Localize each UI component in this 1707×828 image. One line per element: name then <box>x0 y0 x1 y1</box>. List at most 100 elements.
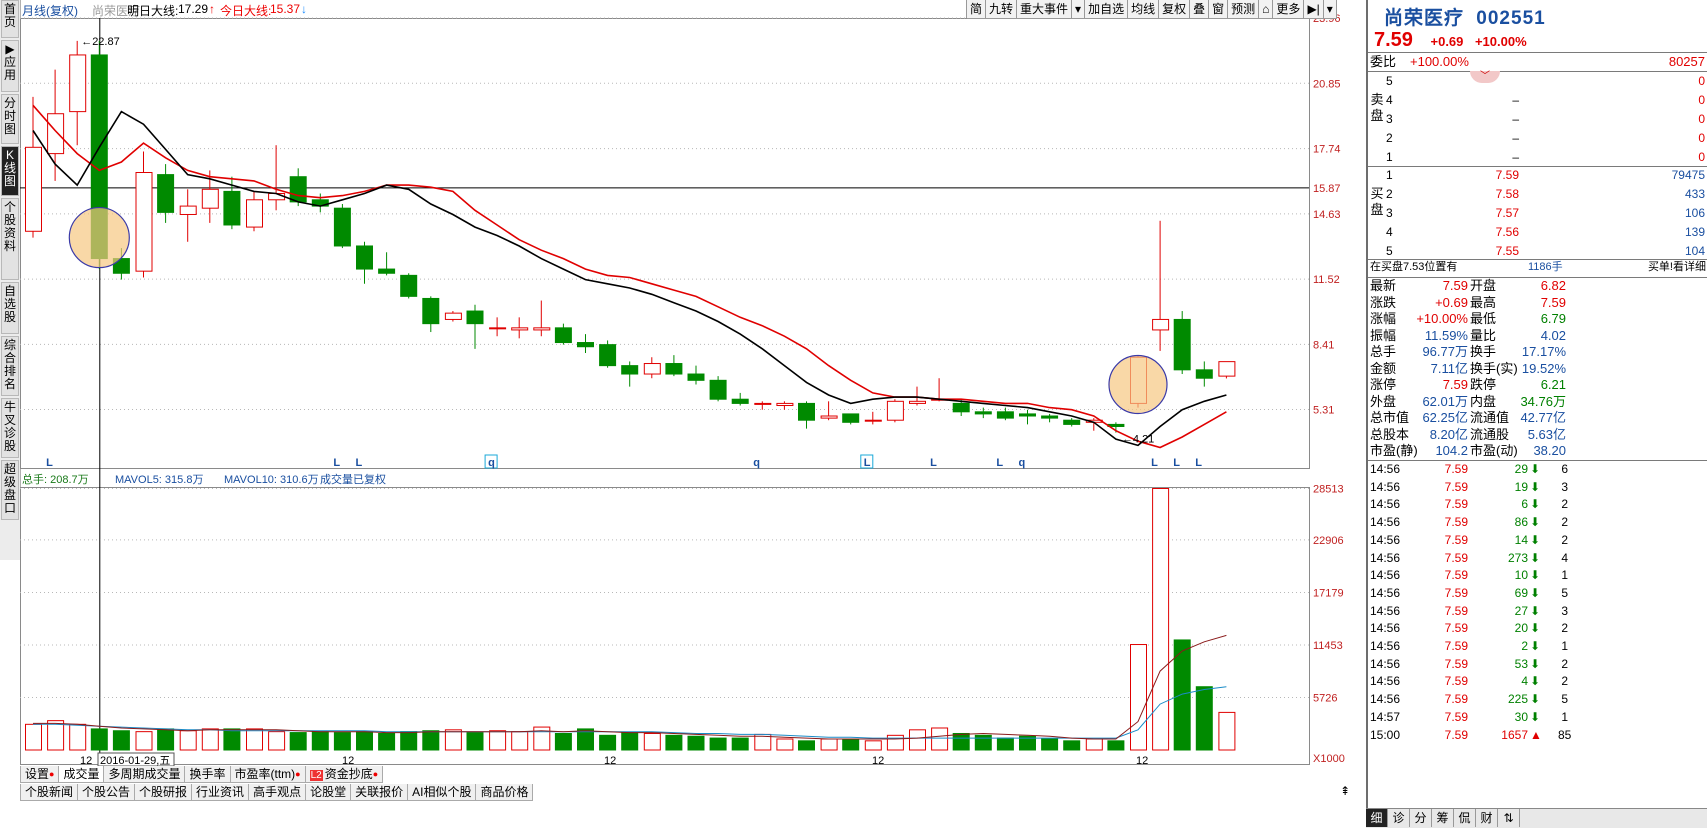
arrow-down-icon: ⬇ <box>1530 515 1541 530</box>
indicator-tab-0[interactable]: 设置● <box>20 766 60 783</box>
chart-toolbar: 简九转 重大事件 ▾ 加自选 均线 复权叠窗预测 ⌂ 更多 ▶| ▾ <box>966 0 1337 19</box>
candle-body <box>1019 413 1036 417</box>
indicator-tab-5[interactable]: L2 资金抄底● <box>304 766 384 783</box>
indicator-tab-1[interactable]: 成交量 <box>58 766 105 783</box>
tick-row: 14:56 7.59 225 ⬇ 5 <box>1368 691 1707 709</box>
sell-volume: 0 <box>1698 131 1705 145</box>
quote-panel: 尚荣医疗 002551 7.59 +0.69 +10.00% 委比 +100.0… <box>1366 0 1707 827</box>
left-tab-8[interactable]: 超级盘口 <box>1 460 19 520</box>
toolbar-item-5[interactable]: 均线 <box>1128 0 1160 19</box>
tick-time: 14:56 <box>1370 621 1401 636</box>
info-tab-2[interactable]: 个股研报 <box>134 784 193 801</box>
candle-body <box>974 411 992 415</box>
indicator-tab-label: 设置 <box>25 767 50 781</box>
tick-price: 7.59 <box>1444 532 1468 547</box>
info-tab-8[interactable]: 商品价格 <box>475 784 534 801</box>
tick-count: 1 <box>1561 568 1568 583</box>
quote-tab-1[interactable]: 诊 <box>1388 809 1410 827</box>
toolbar-item-9[interactable]: 预测 <box>1228 0 1260 19</box>
buy-volume: 433 <box>1684 187 1705 201</box>
stat-row-8: 总市值 62.25亿 流通值 42.77亿 <box>1368 410 1707 427</box>
buy-volume: 79475 <box>1671 168 1705 182</box>
left-tab-7[interactable]: 牛叉诊股 <box>1 398 19 458</box>
indicator-tab-4[interactable]: 市盈率(ttm)● <box>229 766 306 783</box>
sell-row-4: 4 – 0 <box>1368 91 1707 110</box>
quote-tab-6[interactable]: ⇅ <box>1498 809 1520 827</box>
tick-volume: 27 <box>1514 603 1528 618</box>
weibi-pct: +100.00% <box>1410 54 1469 69</box>
info-tab-0[interactable]: 个股新闻 <box>20 784 79 801</box>
x-axis-label: 12 <box>80 755 92 766</box>
toolbar-item-7[interactable]: 叠 <box>1190 0 1210 19</box>
sell-price: – <box>1512 150 1519 164</box>
tick-time: 15:00 <box>1370 727 1401 742</box>
quote-tab-3[interactable]: 筹 <box>1432 809 1454 827</box>
toolbar-item-12[interactable]: ▶| <box>1304 0 1324 19</box>
left-tab-2[interactable]: 分时图 <box>1 94 19 144</box>
info-tab-6[interactable]: 关联报价 <box>350 784 409 801</box>
info-tab-3[interactable]: 行业资讯 <box>191 784 250 801</box>
volume-ma-lines <box>33 634 1227 740</box>
volume-bar <box>1041 738 1059 751</box>
quote-tab-2[interactable]: 分 <box>1410 809 1432 827</box>
toolbar-item-3[interactable]: ▾ <box>1072 0 1086 19</box>
toolbar-item-8[interactable]: 窗 <box>1209 0 1229 19</box>
candle-body <box>1041 415 1059 419</box>
toolbar-item-2[interactable]: 重大事件 <box>1017 0 1073 19</box>
ma5-line <box>32 110 1227 447</box>
toolbar-item-10[interactable]: ⌂ <box>1259 0 1274 19</box>
volume-bar <box>931 727 949 751</box>
today-line-value: 15.37 <box>270 2 301 16</box>
kline-chart[interactable]: 23.9620.8517.7415.8714.6311.528.415.31总手… <box>20 0 1366 766</box>
volume-bar <box>554 732 572 751</box>
toolbar-item-11[interactable]: 更多 <box>1273 0 1305 19</box>
stat-value: 62.01万 <box>1422 393 1468 409</box>
toolbar-item-6[interactable]: 复权 <box>1159 0 1191 19</box>
left-tab-1[interactable]: ▶应用 <box>1 40 19 92</box>
arrow-down-icon: ⬇ <box>1530 462 1541 476</box>
toolbar-item-0[interactable]: 简 <box>967 0 987 19</box>
candle-body <box>709 379 727 400</box>
quote-tab-4[interactable]: 侃 <box>1454 809 1476 827</box>
tick-count: 85 <box>1558 727 1572 742</box>
toolbar-item-1[interactable]: 九转 <box>986 0 1018 19</box>
scroll-top-icon[interactable]: ⇞ <box>1340 784 1350 798</box>
left-tab-6[interactable]: 综合排名 <box>1 336 19 396</box>
buy-level: 1 <box>1386 168 1393 182</box>
price-axis-label: 15.87 <box>1313 183 1341 195</box>
left-tab-3[interactable]: K线图 <box>1 146 19 196</box>
indicator-tab-label: 资金抄底 <box>324 767 373 781</box>
toolbar-item-13[interactable]: ▾ <box>1323 0 1337 19</box>
quote-tab-5[interactable]: 财 <box>1476 809 1498 827</box>
toolbar-item-4[interactable]: 加自选 <box>1085 0 1129 19</box>
left-tab-4[interactable]: 个股资料 <box>1 198 19 280</box>
red-dot-icon: ● <box>49 769 55 779</box>
stat-value-2: 5.63亿 <box>1527 426 1566 442</box>
stat-value: +10.00% <box>1416 311 1468 326</box>
info-tab-5[interactable]: 论股堂 <box>305 784 352 801</box>
tick-row: 14:56 7.59 6 ⬇ 2 <box>1368 496 1707 514</box>
tick-time: 14:56 <box>1370 639 1401 653</box>
indicator-tab-3[interactable]: 换手率 <box>184 766 231 783</box>
volume-bar <box>952 732 970 751</box>
left-tab-5[interactable]: 自选股 <box>1 282 19 334</box>
stat-value: 7.59 <box>1442 278 1468 293</box>
price-axis-label: 8.41 <box>1313 339 1334 351</box>
quote-tab-0[interactable]: 细 <box>1366 809 1388 827</box>
candle-body <box>599 344 617 367</box>
info-tab-4[interactable]: 高手观点 <box>248 784 307 801</box>
info-tab-7[interactable]: AI相似个股 <box>407 784 477 801</box>
period-label[interactable]: 月线(复权) <box>22 2 78 19</box>
arrow-down-icon: ⬇ <box>1530 497 1541 512</box>
buy-row-5: 5 7.55 104 <box>1368 242 1707 261</box>
volume-bar <box>246 728 263 751</box>
left-tab-0[interactable]: 首页 <box>1 0 19 38</box>
indicator-tab-2[interactable]: 多周期成交量 <box>103 766 186 783</box>
tick-row: 14:56 7.59 86 ⬇ 2 <box>1368 514 1707 532</box>
info-tab-1[interactable]: 个股公告 <box>77 784 136 801</box>
sell-row-5: 50 <box>1368 72 1707 91</box>
tick-volume: 6 <box>1521 497 1528 512</box>
zaimai-link[interactable]: 买单!看详细 <box>1648 259 1706 276</box>
volume-bar <box>1107 740 1125 751</box>
candle-body <box>886 400 904 421</box>
